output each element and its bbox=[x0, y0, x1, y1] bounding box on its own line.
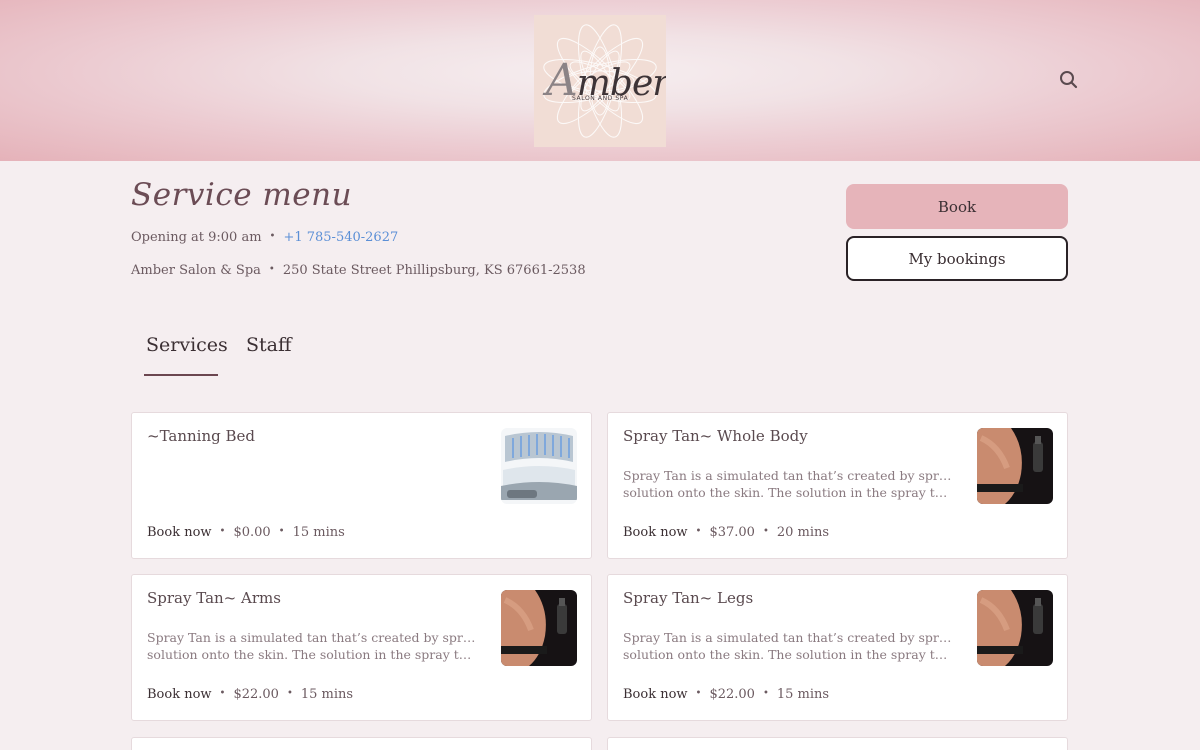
service-duration: 15 mins bbox=[300, 687, 354, 702]
tab-staff[interactable]: Staff bbox=[246, 334, 291, 356]
book-now-link[interactable]: Book now bbox=[147, 525, 212, 540]
separator-dot: • bbox=[762, 688, 769, 699]
book-button[interactable]: Book bbox=[846, 184, 1068, 229]
book-now-link[interactable]: Book now bbox=[147, 687, 212, 702]
active-tab-indicator bbox=[144, 374, 218, 376]
service-description: Spray Tan is a simulated tan that’s crea… bbox=[147, 630, 477, 645]
amber-logo[interactable]: Amber SALON AND SPA bbox=[534, 15, 666, 147]
separator-dot: • bbox=[695, 526, 702, 537]
service-price: $22.00 bbox=[709, 687, 755, 702]
separator-dot: • bbox=[219, 688, 226, 699]
separator-dot: • bbox=[268, 264, 275, 275]
tab-services[interactable]: Services bbox=[146, 334, 228, 356]
service-name: Spray Tan~ Whole Body bbox=[623, 427, 808, 445]
separator-dot: • bbox=[219, 526, 226, 537]
my-bookings-button[interactable]: My bookings bbox=[846, 236, 1068, 281]
spray-tan-image bbox=[977, 428, 1053, 504]
opening-hours: Opening at 9:00 am bbox=[131, 230, 262, 245]
phone-link[interactable]: +1 785-540-2627 bbox=[283, 230, 398, 245]
page-title: Service menu bbox=[131, 177, 353, 213]
service-meta: Book now • $22.00 • 15 mins bbox=[147, 687, 353, 702]
service-price: $0.00 bbox=[233, 525, 271, 540]
separator-dot: • bbox=[762, 526, 769, 537]
spray-tan-image bbox=[501, 590, 577, 666]
separator-dot: • bbox=[269, 231, 276, 242]
service-meta: Book now • $37.00 • 20 mins bbox=[623, 525, 829, 540]
separator-dot: • bbox=[278, 526, 285, 537]
service-price: $22.00 bbox=[233, 687, 279, 702]
spray-tan-image bbox=[977, 590, 1053, 666]
service-card-legs[interactable]: Spray Tan~ Legs Spray Tan is a simulated… bbox=[607, 574, 1068, 721]
business-name: Amber Salon & Spa bbox=[131, 263, 261, 278]
service-description: Spray Tan is a simulated tan that’s crea… bbox=[623, 468, 953, 483]
site-header: Amber SALON AND SPA bbox=[0, 0, 1200, 161]
service-meta: Book now • $22.00 • 15 mins bbox=[623, 687, 829, 702]
search-icon bbox=[1060, 71, 1078, 89]
service-duration: 15 mins bbox=[292, 525, 345, 540]
logo-subtitle: SALON AND SPA bbox=[572, 95, 629, 102]
address-line: Amber Salon & Spa • 250 State Street Phill… bbox=[131, 263, 586, 278]
separator-dot: • bbox=[695, 688, 702, 699]
service-duration: 20 mins bbox=[776, 525, 830, 540]
separator-dot: • bbox=[286, 688, 293, 699]
business-address: 250 State Street Phillipsburg, KS 67661-… bbox=[282, 263, 586, 278]
service-card-whole-body[interactable]: Spray Tan~ Whole Body Spray Tan is a sim… bbox=[607, 412, 1068, 559]
service-name: Spray Tan~ Arms bbox=[147, 589, 281, 607]
service-price: $37.00 bbox=[709, 525, 755, 540]
service-card-partial[interactable] bbox=[131, 737, 592, 750]
service-card-tanning-bed[interactable]: ~Tanning Bed Book now • $0.00 • 15 mins bbox=[131, 412, 592, 559]
search-button[interactable] bbox=[1057, 68, 1081, 92]
service-name: ~Tanning Bed bbox=[147, 427, 256, 445]
service-card-partial[interactable] bbox=[607, 737, 1068, 750]
service-description: solution onto the skin. The solution in … bbox=[147, 647, 477, 662]
book-now-link[interactable]: Book now bbox=[623, 525, 688, 540]
service-name: Spray Tan~ Legs bbox=[623, 589, 754, 607]
service-description: Spray Tan is a simulated tan that’s crea… bbox=[623, 630, 953, 645]
service-duration: 15 mins bbox=[776, 687, 830, 702]
service-meta: Book now • $0.00 • 15 mins bbox=[147, 525, 345, 540]
book-now-link[interactable]: Book now bbox=[623, 687, 688, 702]
tanning-bed-image bbox=[501, 428, 577, 504]
service-description: solution onto the skin. The solution in … bbox=[623, 647, 953, 662]
service-description: solution onto the skin. The solution in … bbox=[623, 485, 953, 500]
opening-line: Opening at 9:00 am • +1 785-540-2627 bbox=[131, 230, 398, 245]
service-card-arms[interactable]: Spray Tan~ Arms Spray Tan is a simulated… bbox=[131, 574, 592, 721]
